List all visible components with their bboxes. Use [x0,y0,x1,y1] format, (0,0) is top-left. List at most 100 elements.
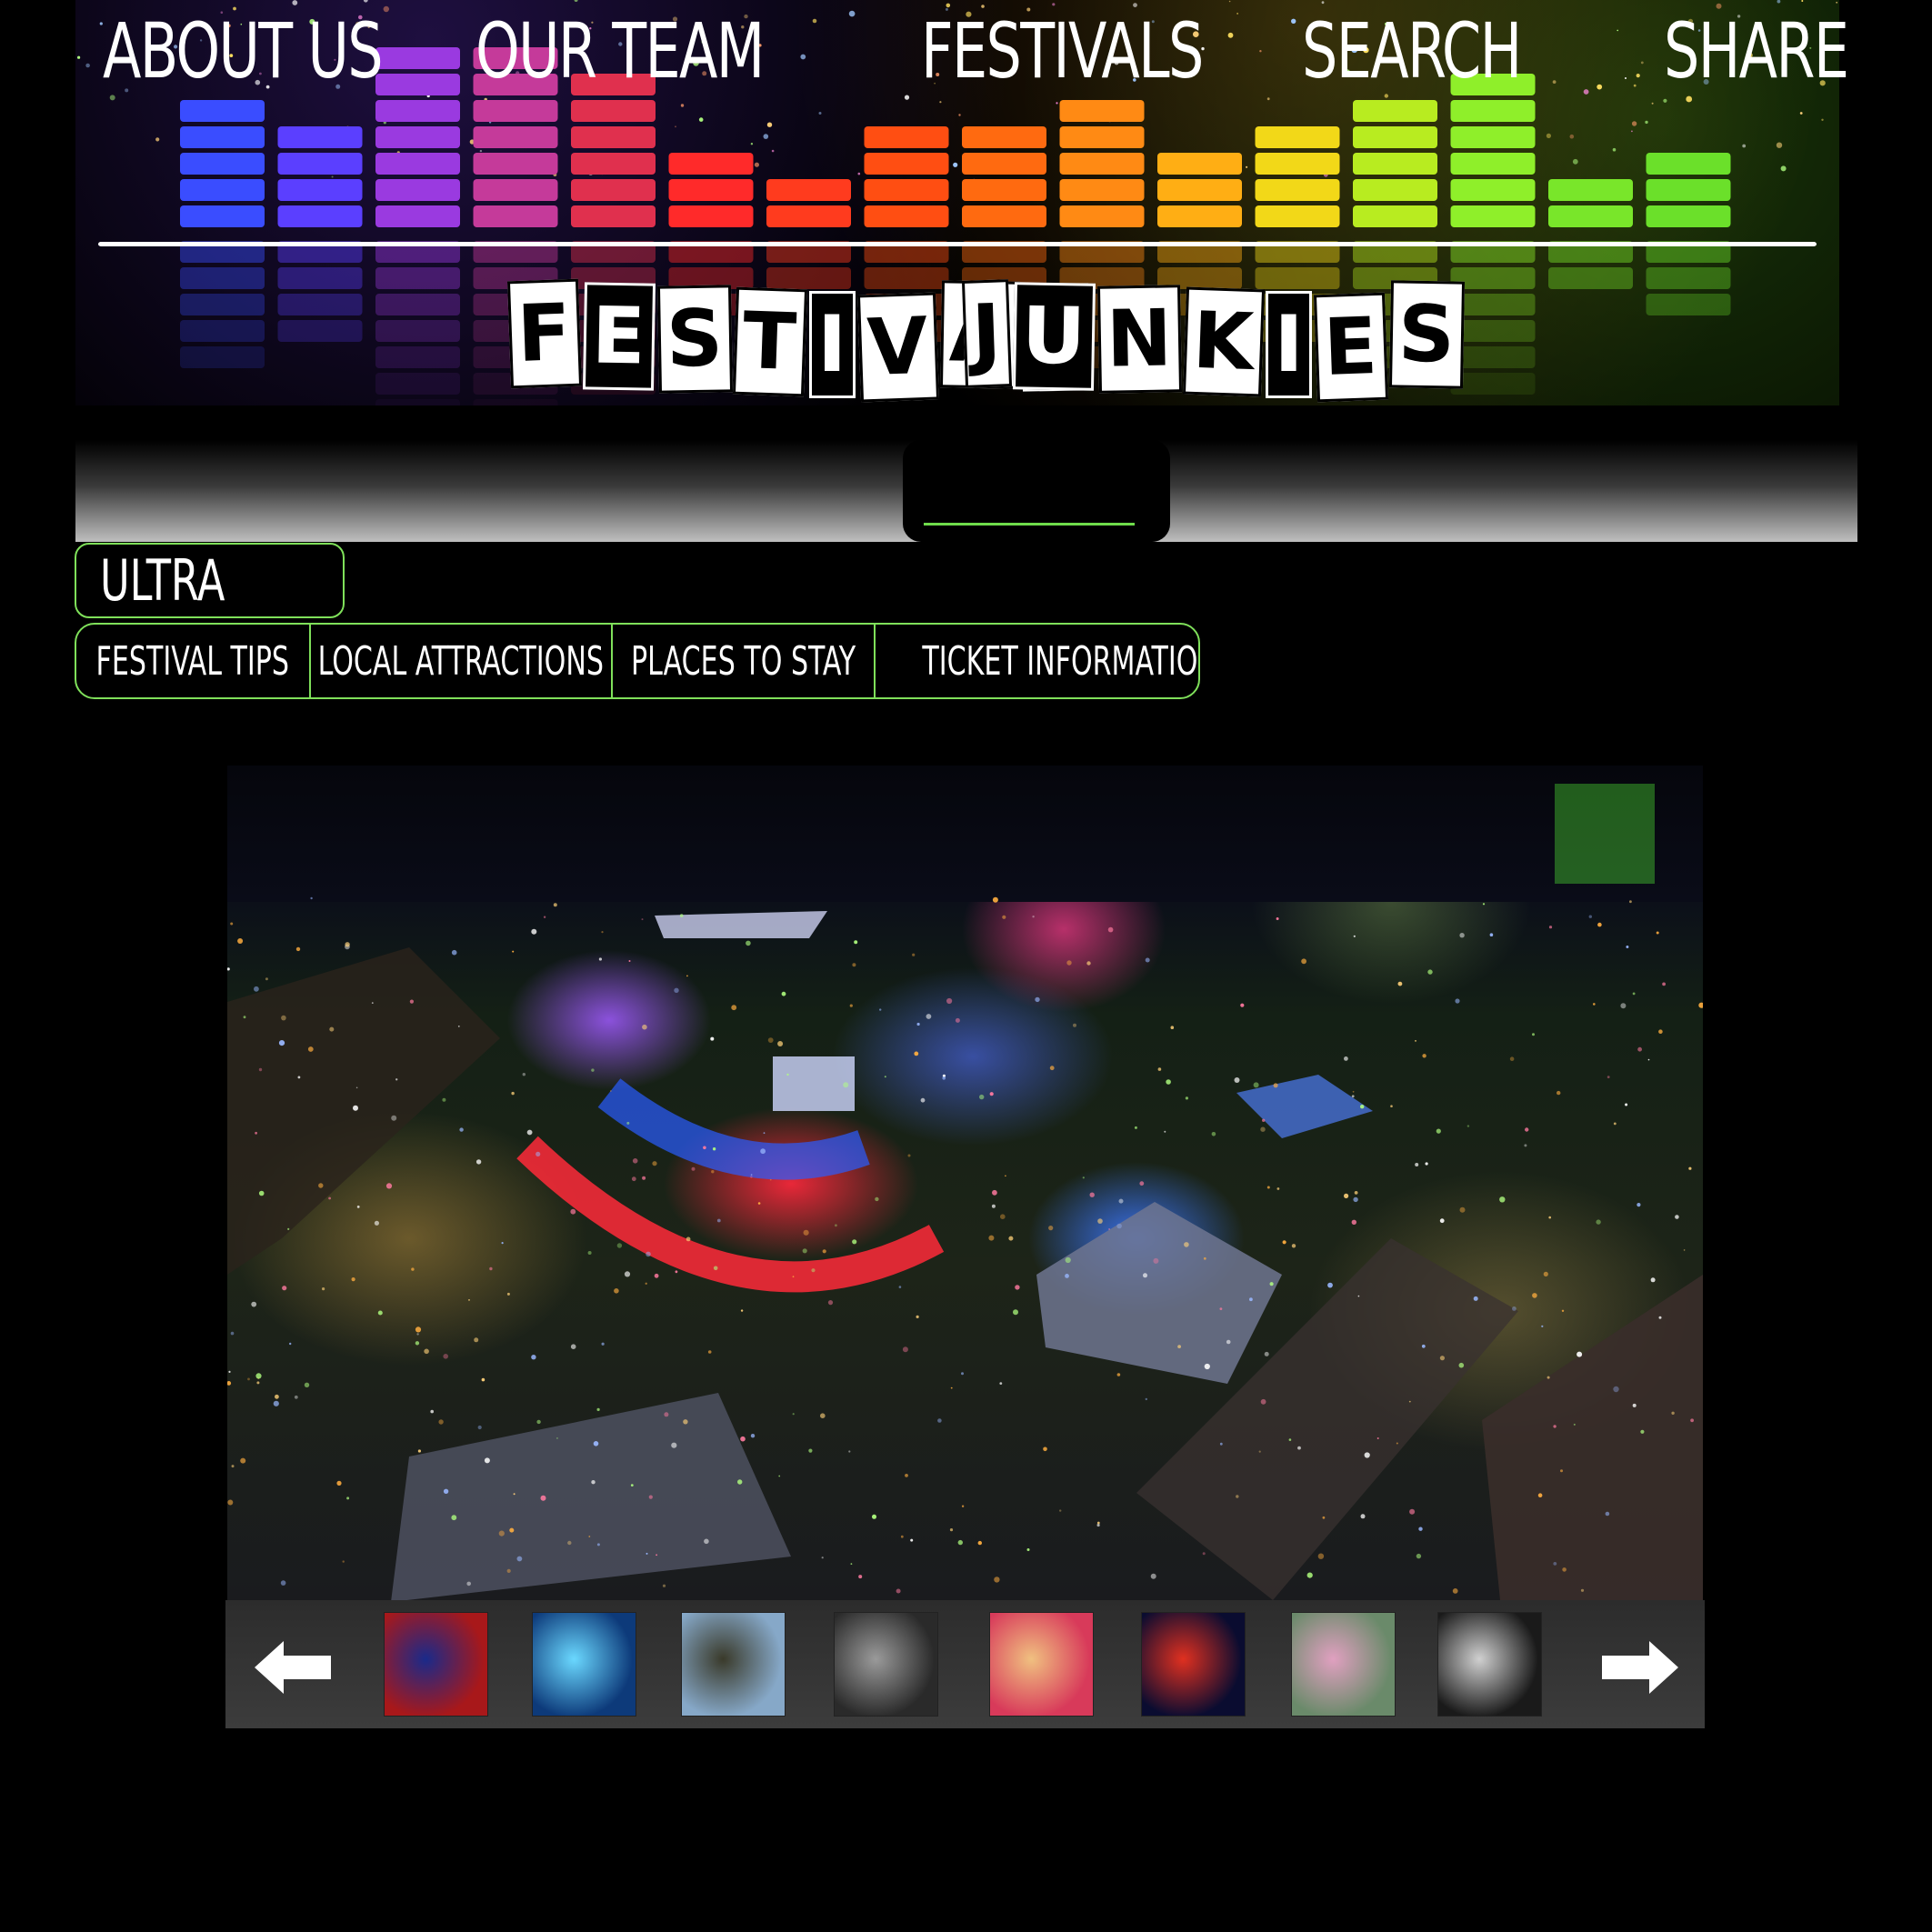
equalizer-bar-segment [766,205,851,227]
tab-places-to-stay[interactable]: PLACES TO STAY [613,625,876,697]
hero-light-dot [616,1243,623,1248]
hero-light-dot [342,1560,345,1563]
hero-light-dot [1562,1567,1567,1572]
equalizer-bar-segment [766,179,851,201]
hero-light-dot [391,1115,397,1121]
equalizer-bar-segment [962,153,1046,175]
hero-light-dot [438,1419,444,1425]
hero-light-dot [1597,922,1602,927]
hero-light-dot [355,1086,358,1089]
star-dot [383,5,389,13]
nav-our-team[interactable]: OUR TEAM [475,0,765,102]
gallery-thumb-5[interactable] [989,1612,1094,1717]
hero-light-dot [1351,1095,1355,1098]
hero-light-dot [691,1166,696,1171]
nav-share[interactable]: SHARE [1664,0,1849,102]
star-dot [1631,130,1633,133]
equalizer-bar-segment [864,205,949,227]
equalizer-bar-segment [962,179,1046,201]
star-dot [953,162,958,167]
hero-light-dot [1134,1126,1137,1129]
hero-light-dot [258,1190,265,1196]
hero-light-dot [910,1538,914,1542]
equalizer-bar-segment [1353,205,1437,227]
hero-light-dot [230,1331,235,1336]
hero-light-dot [1524,1144,1527,1147]
hero-light-dot [849,1004,853,1007]
hero-light-dot [1203,1256,1206,1260]
equalizer-reflection-segment [375,399,460,405]
hero-light-dot [424,1348,429,1355]
hero-light-dot [835,1224,837,1227]
gallery-thumb-3[interactable] [681,1612,786,1717]
hero-light-dot [1698,1002,1703,1008]
hero-light-dot [1489,933,1494,936]
hero-light-dot [683,1419,688,1425]
hero-light-dot [1282,1240,1286,1245]
hero-light-dot [1683,1249,1686,1251]
equalizer-bar-segment [1059,100,1145,122]
hero-light-dot [875,1196,879,1202]
hero-light-dot [1317,1553,1325,1559]
equalizer-bar-segment [180,100,265,122]
hero-light-dot [988,1235,995,1241]
gallery-thumb-1[interactable] [384,1612,488,1717]
hero-light-dot [443,1354,448,1359]
nav-about-us[interactable]: ABOUT US [103,0,384,102]
equalizer-bar-segment [375,47,460,69]
arrow-left-icon[interactable] [255,1641,331,1694]
equalizer-baseline [98,242,1817,246]
hero-light-dot [1273,1083,1278,1088]
equalizer-reflection-segment [277,267,363,289]
hero-light-dot [1620,1003,1627,1009]
tab-local-attractions[interactable]: LOCAL ATTRACTIONS [311,625,613,697]
tab-ticket-information[interactable]: TICKET INFORMATION [876,625,1198,697]
hero-light-dot [1139,1181,1145,1186]
hero-light-dot [1427,969,1433,975]
star-dot [1583,89,1589,95]
hero-light-dot [1629,900,1632,904]
hero-light-dot [509,1527,515,1533]
hero-light-dot [1089,1192,1095,1197]
equalizer-bar-segment [668,205,754,227]
hero-light-dot [1459,1206,1466,1213]
hero-light-dot [1260,1126,1266,1132]
hero-light-dot [1588,915,1593,918]
equalizer-bar-segment [1059,153,1145,175]
equalizer-bar-segment [1255,153,1340,175]
festival-title-tab[interactable]: ULTRA [75,543,345,618]
gallery-thumb-2[interactable] [532,1612,636,1717]
equalizer-reflection-segment [180,346,265,368]
nav-festivals[interactable]: FESTIVALS [921,0,1204,102]
star-dot [1597,84,1603,90]
hero-light-dot [230,922,234,926]
hero-light-dot [531,1355,536,1360]
hero-light-dot [1185,1096,1188,1100]
hero-light-dot [237,938,244,944]
gallery-thumb-4[interactable] [834,1612,938,1717]
equalizer-bar-segment [864,153,949,175]
hero-light-dot [1632,992,1636,996]
equalizer-bar-segment [571,205,656,227]
hero-light-dot [1408,1400,1411,1403]
hero-light-dot [740,1436,746,1442]
hero-light-dot [1202,1552,1206,1556]
equalizer-bar-segment [473,126,558,148]
gallery-thumb-6[interactable] [1141,1612,1246,1717]
gallery-thumb-7[interactable] [1291,1612,1396,1717]
star-dot [1228,0,1231,3]
gallery-thumb-8[interactable] [1437,1612,1542,1717]
tab-festival-tips[interactable]: FESTIVAL TIPS [76,625,311,697]
hero-light-dot [1452,1588,1458,1594]
star-dot [1291,18,1296,24]
star-dot [818,112,822,115]
hero-light-dot [609,1090,612,1092]
hero-light-dot [1322,1516,1326,1519]
hero-light-dot [716,1218,721,1223]
arrow-right-icon[interactable] [1602,1641,1678,1694]
hero-light-dot [255,1373,262,1379]
hero-light-dot [1525,1127,1529,1132]
hero-light-dot [377,1310,383,1316]
nav-search[interactable]: SEARCH [1302,0,1522,102]
equalizer-bar-segment [1353,100,1437,122]
